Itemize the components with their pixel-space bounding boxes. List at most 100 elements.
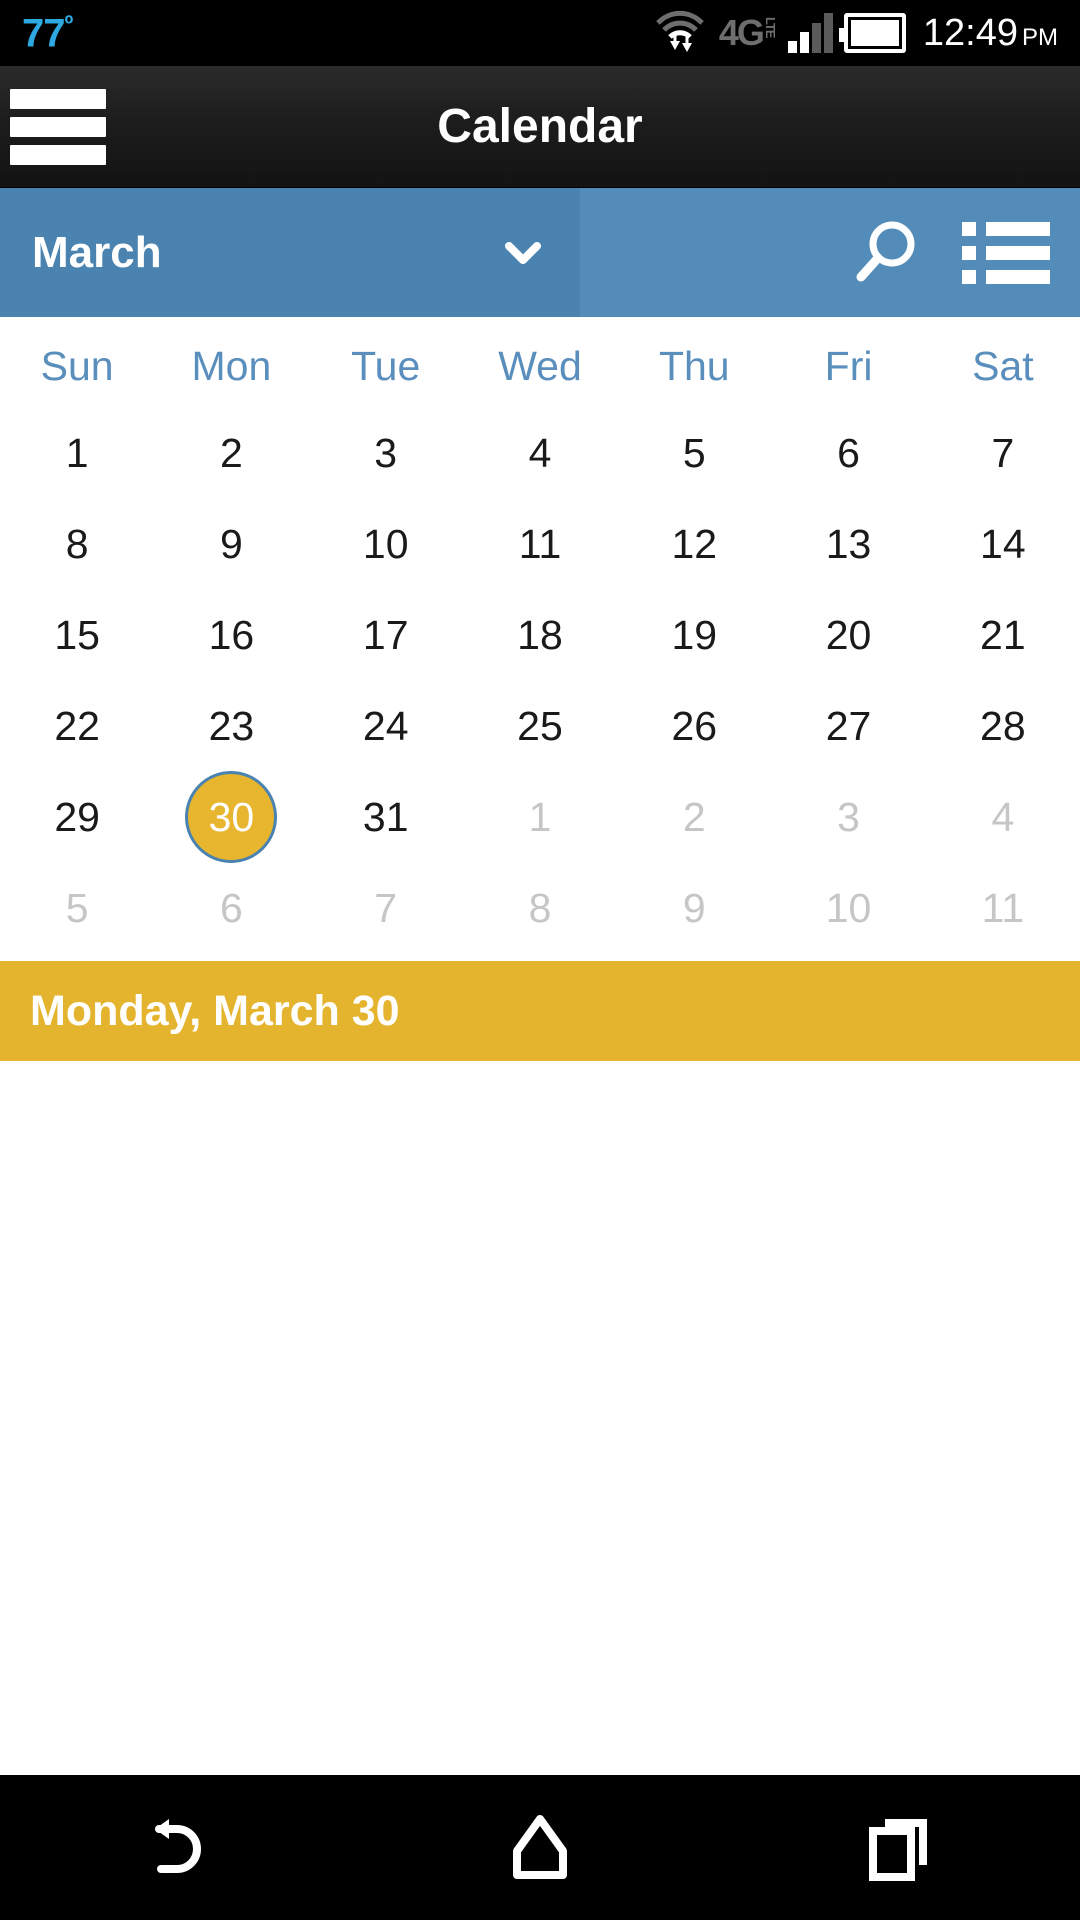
weekday-header-row: Sun Mon Tue Wed Thu Fri Sat — [0, 325, 1080, 407]
month-selector[interactable]: March — [0, 188, 580, 317]
calendar-day-cell[interactable]: 29 — [0, 771, 154, 863]
calendar-day-cell[interactable]: 2 — [154, 407, 308, 499]
selected-date-label: Monday, March 30 — [30, 986, 400, 1035]
list-view-icon[interactable] — [962, 221, 1050, 284]
calendar-day-cell[interactable]: 6 — [771, 407, 925, 499]
calendar-day-number: 3 — [374, 429, 398, 476]
network-sub-label: LTE — [762, 17, 778, 38]
calendar-day-number: 5 — [65, 884, 89, 931]
calendar-day-cell[interactable]: 27 — [771, 680, 925, 772]
calendar-day-cell[interactable]: 9 — [154, 498, 308, 590]
calendar-day-number: 24 — [362, 702, 409, 749]
chevron-down-icon[interactable] — [500, 230, 546, 276]
degree-symbol: º — [64, 10, 74, 38]
calendar-day-cell[interactable]: 22 — [0, 680, 154, 772]
calendar-day-cell[interactable]: 16 — [154, 589, 308, 681]
calendar-day-cell[interactable]: 5 — [617, 407, 771, 499]
calendar-day-cell[interactable]: 10 — [309, 498, 463, 590]
calendar-day-cell[interactable]: 9 — [617, 862, 771, 954]
weekday-header-sun: Sun — [40, 342, 114, 389]
calendar-day-cell[interactable]: 23 — [154, 680, 308, 772]
calendar-day-cell[interactable]: 26 — [617, 680, 771, 772]
calendar-day-cell[interactable]: 25 — [463, 680, 617, 772]
calendar-day-number: 15 — [54, 611, 100, 658]
hamburger-menu-icon[interactable] — [10, 88, 106, 165]
calendar-day-cell[interactable]: 19 — [617, 589, 771, 681]
calendar-day-cell[interactable]: 7 — [926, 407, 1080, 499]
wifi-transfer-icon — [652, 9, 708, 57]
calendar-day-cell[interactable]: 20 — [771, 589, 925, 681]
calendar-day-cell[interactable]: 6 — [154, 862, 308, 954]
calendar-grid: Sun Mon Tue Wed Thu Fri Sat 1 2 3 4 5 6 7 8 9 10 1… — [0, 317, 1080, 953]
calendar-day-number: 27 — [825, 702, 872, 749]
calendar-day-number: 26 — [671, 702, 718, 749]
app-bar: Calendar — [0, 66, 1080, 188]
back-arrow-icon[interactable] — [90, 1775, 270, 1920]
calendar-week-row: 15 16 17 18 19 20 21 — [0, 589, 1080, 680]
phone-screen: 77º 4G LTE 12:49 PM Calendar March Sun M… — [0, 0, 1080, 1920]
calendar-day-cell[interactable]: 17 — [309, 589, 463, 681]
calendar-day-number: 2 — [220, 429, 243, 476]
calendar-day-cell[interactable]: 7 — [309, 862, 463, 954]
calendar-day-number: 1 — [65, 429, 89, 476]
calendar-day-cell[interactable]: 28 — [926, 680, 1080, 772]
calendar-day-cell[interactable]: 18 — [463, 589, 617, 681]
calendar-day-cell[interactable]: 1 — [0, 407, 154, 499]
calendar-day-number: 19 — [671, 611, 718, 658]
calendar-day-cell[interactable]: 13 — [771, 498, 925, 590]
selected-date-banner[interactable]: Monday, March 30 — [0, 961, 1080, 1061]
calendar-day-number: 17 — [362, 611, 409, 658]
calendar-day-cell[interactable]: 4 — [926, 771, 1080, 863]
status-icon-group: 4G LTE 12:49 PM — [652, 9, 1058, 57]
calendar-week-row: 22 23 24 25 26 27 28 — [0, 680, 1080, 771]
calendar-day-cell[interactable]: 8 — [0, 498, 154, 590]
calendar-week-row: 8 9 10 11 12 13 14 — [0, 498, 1080, 589]
calendar-day-cell[interactable]: 31 — [309, 771, 463, 863]
calendar-day-cell[interactable]: 1 — [463, 771, 617, 863]
clock-meridiem: PM — [1022, 24, 1058, 51]
page-title: Calendar — [437, 100, 643, 153]
calendar-day-number: 31 — [362, 793, 409, 840]
calendar-day-cell[interactable]: 30 — [154, 771, 308, 863]
calendar-week-row: 1 2 3 4 5 6 7 — [0, 407, 1080, 498]
calendar-day-cell[interactable]: 8 — [463, 862, 617, 954]
recent-apps-icon[interactable] — [810, 1775, 990, 1920]
weekday-header-sat: Sat — [972, 342, 1034, 389]
calendar-day-number: 8 — [528, 884, 552, 931]
calendar-day-cell[interactable]: 2 — [617, 771, 771, 863]
weekday-header-tue: Tue — [351, 342, 421, 389]
battery-icon — [838, 13, 906, 53]
calendar-day-cell[interactable]: 14 — [926, 498, 1080, 590]
calendar-day-cell[interactable]: 24 — [309, 680, 463, 772]
calendar-day-cell[interactable]: 11 — [463, 498, 617, 590]
calendar-day-selected: 30 — [185, 771, 278, 863]
search-icon[interactable] — [848, 216, 922, 290]
event-list-area[interactable] — [0, 1061, 1080, 1775]
calendar-day-cell[interactable]: 5 — [0, 862, 154, 954]
calendar-day-number: 25 — [517, 702, 563, 749]
calendar-day-cell[interactable]: 12 — [617, 498, 771, 590]
calendar-day-cell[interactable]: 4 — [463, 407, 617, 499]
home-icon[interactable] — [450, 1775, 630, 1920]
calendar-day-number: 5 — [682, 429, 706, 476]
calendar-day-number: 14 — [980, 520, 1026, 567]
calendar-day-cell[interactable]: 21 — [926, 589, 1080, 681]
calendar-day-cell[interactable]: 3 — [771, 771, 925, 863]
calendar-day-number: 2 — [682, 793, 706, 840]
status-bar: 77º 4G LTE 12:49 PM — [0, 0, 1080, 66]
calendar-day-number: 4 — [991, 793, 1015, 840]
calendar-day-cell[interactable]: 10 — [771, 862, 925, 954]
clock-time: 12:49 — [922, 12, 1018, 54]
calendar-day-cell[interactable]: 11 — [926, 862, 1080, 954]
calendar-day-cell[interactable]: 3 — [309, 407, 463, 499]
calendar-day-number: 3 — [837, 793, 860, 840]
calendar-day-number: 9 — [682, 884, 706, 931]
calendar-day-number: 7 — [991, 429, 1015, 476]
calendar-day-number: 28 — [980, 702, 1026, 749]
calendar-day-cell[interactable]: 15 — [0, 589, 154, 681]
calendar-day-number: 16 — [208, 611, 255, 658]
calendar-day-number: 13 — [825, 520, 872, 567]
weekday-header-thu: Thu — [658, 342, 730, 389]
calendar-day-number: 8 — [65, 520, 89, 567]
calendar-day-number: 11 — [518, 520, 562, 567]
